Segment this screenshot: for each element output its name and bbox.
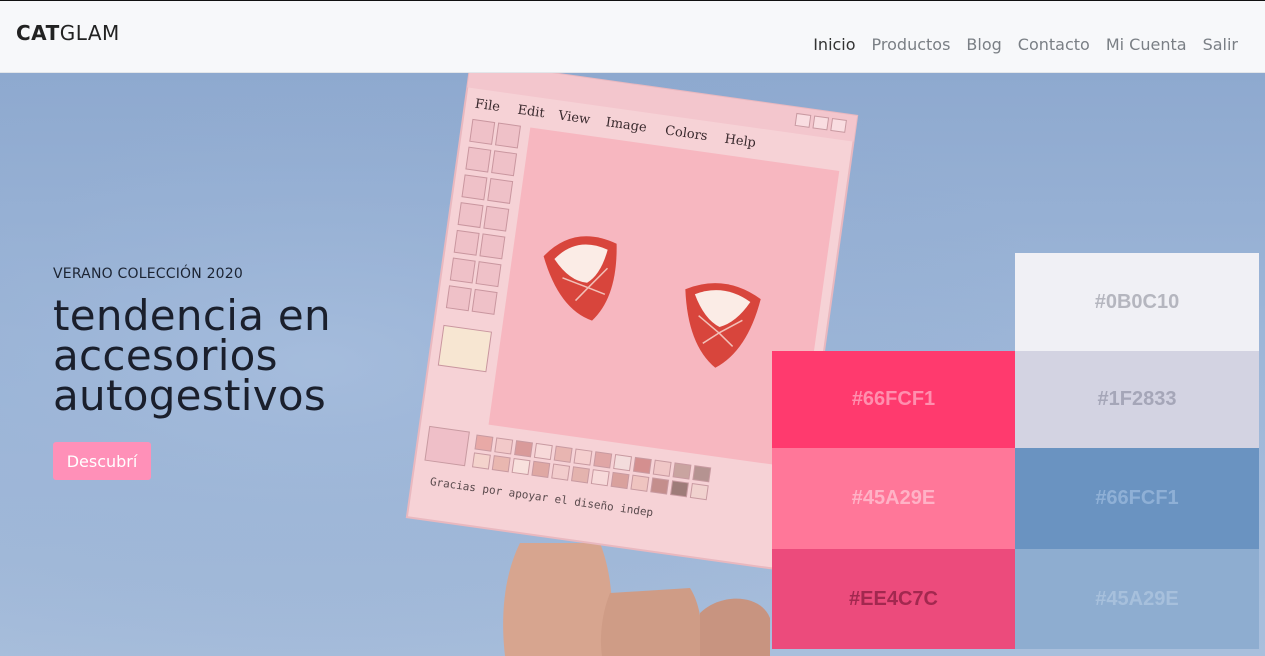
nav-blog[interactable]: Blog [966,35,1001,54]
palette-swatch[interactable]: #45A29E [772,448,1015,549]
main-nav: Inicio Productos Blog Contacto Mi Cuenta… [813,35,1238,54]
discover-button[interactable]: Descubrí [53,442,151,480]
palette-swatch[interactable]: #1F2833 [1015,351,1259,448]
palette-swatch[interactable]: #66FCF1 [772,351,1015,448]
hero-eyebrow: VERANO COLECCIÓN 2020 [53,266,243,282]
nav-salir[interactable]: Salir [1203,35,1238,54]
nav-productos[interactable]: Productos [872,35,951,54]
swatch-hex-label: #66FCF1 [1095,487,1179,509]
palette-swatch[interactable]: #45A29E [1015,549,1259,649]
palette-swatch[interactable]: #0B0C10 [1015,253,1259,351]
swatch-hex-label: #0B0C10 [1094,290,1180,313]
palette-swatch[interactable]: #66FCF1 [1015,448,1259,549]
brand-part-glam: GLAM [59,21,120,45]
swatch-hex-label: #45A29E [851,487,936,509]
palette-swatch[interactable]: #EE4C7C [772,549,1015,649]
swatch-hex-label: #66FCF1 [851,388,936,410]
nav-inicio[interactable]: Inicio [813,35,855,54]
navbar: CATGLAM Inicio Productos Blog Contacto M… [0,0,1265,73]
brand-part-cat: CAT [16,21,60,45]
brand-logo[interactable]: CATGLAM [16,21,120,45]
nav-mi-cuenta[interactable]: Mi Cuenta [1106,35,1187,54]
swatch-hex-label: #EE4C7C [849,587,938,610]
hero-banner: File Edit View Image Colors Help Gracias… [0,73,1265,656]
swatch-hex-label: #45A29E [1095,587,1179,610]
swatch-hex-label: #1F2833 [1097,388,1177,410]
hero-headline: tendencia en accesorios autogestivos [53,291,331,420]
nav-contacto[interactable]: Contacto [1018,35,1090,54]
